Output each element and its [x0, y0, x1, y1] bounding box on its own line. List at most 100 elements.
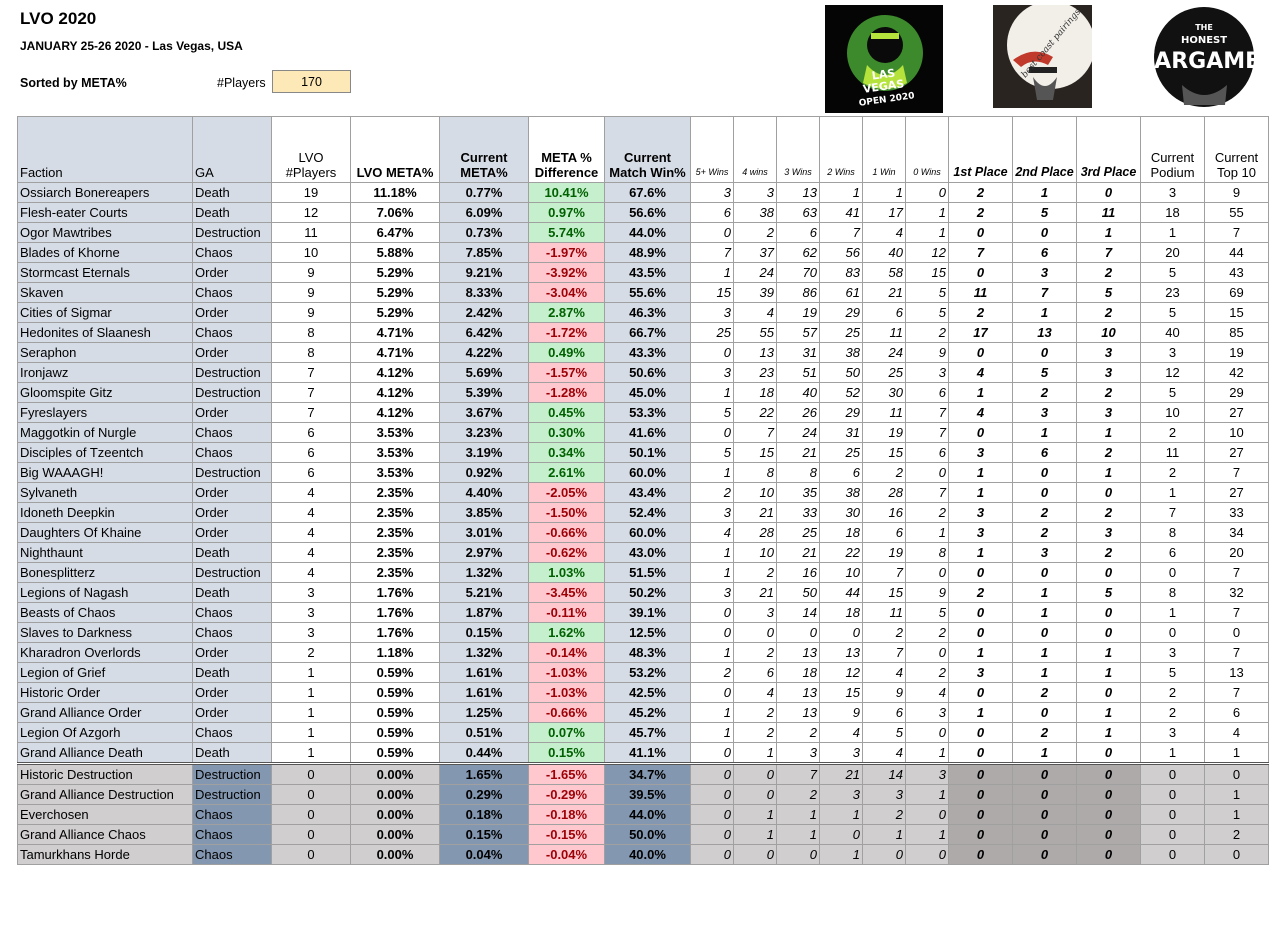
cell-place-2nd[interactable]: 3 — [1012, 262, 1077, 283]
cell-place-1st[interactable]: 1 — [948, 382, 1013, 403]
cell-match-win[interactable]: 43.5% — [604, 262, 691, 283]
cell-wins-4[interactable]: 4 — [733, 682, 777, 703]
cell-wins-4[interactable]: 15 — [733, 442, 777, 463]
cell-place-3rd[interactable]: 0 — [1076, 824, 1141, 845]
cell-ga[interactable]: Chaos — [192, 824, 272, 845]
cell-meta-difference[interactable]: -0.15% — [528, 824, 605, 845]
cell-current-meta[interactable]: 3.19% — [439, 442, 529, 463]
cell-wins-3[interactable]: 1 — [776, 824, 820, 845]
cell-current-top10[interactable]: 27 — [1204, 482, 1269, 503]
cell-wins-1[interactable]: 14 — [862, 762, 906, 785]
col-header-current-podium[interactable]: Current Podium — [1140, 116, 1205, 183]
cell-wins-1[interactable]: 30 — [862, 382, 906, 403]
cell-meta-difference[interactable]: 0.49% — [528, 342, 605, 363]
cell-wins-2[interactable]: 61 — [819, 282, 863, 303]
col-header-current-meta[interactable]: Current META% — [439, 116, 529, 183]
cell-place-3rd[interactable]: 0 — [1076, 804, 1141, 825]
cell-faction[interactable]: Flesh-eater Courts — [17, 202, 193, 223]
cell-lvo-meta[interactable]: 3.53% — [350, 442, 440, 463]
cell-wins-4[interactable]: 37 — [733, 242, 777, 263]
cell-faction[interactable]: Legion of Grief — [17, 662, 193, 683]
cell-current-meta[interactable]: 1.32% — [439, 562, 529, 583]
cell-meta-difference[interactable]: -2.05% — [528, 482, 605, 503]
cell-wins-5plus[interactable]: 1 — [690, 462, 734, 483]
cell-meta-difference[interactable]: 1.03% — [528, 562, 605, 583]
cell-wins-3[interactable]: 70 — [776, 262, 820, 283]
cell-current-meta[interactable]: 4.22% — [439, 342, 529, 363]
cell-place-1st[interactable]: 0 — [948, 784, 1013, 805]
cell-ga[interactable]: Order — [192, 682, 272, 703]
cell-place-3rd[interactable]: 0 — [1076, 182, 1141, 203]
cell-wins-1[interactable]: 4 — [862, 742, 906, 764]
cell-faction[interactable]: Skaven — [17, 282, 193, 303]
cell-current-top10[interactable]: 33 — [1204, 502, 1269, 523]
cell-lvo-players[interactable]: 0 — [271, 784, 351, 805]
cell-place-2nd[interactable]: 0 — [1012, 562, 1077, 583]
cell-wins-4[interactable]: 13 — [733, 342, 777, 363]
cell-place-2nd[interactable]: 0 — [1012, 804, 1077, 825]
cell-wins-4[interactable]: 18 — [733, 382, 777, 403]
cell-meta-difference[interactable]: -0.66% — [528, 702, 605, 723]
cell-match-win[interactable]: 39.1% — [604, 602, 691, 623]
cell-lvo-players[interactable]: 11 — [271, 222, 351, 243]
cell-lvo-meta[interactable]: 0.00% — [350, 762, 440, 785]
cell-place-1st[interactable]: 2 — [948, 582, 1013, 603]
cell-ga[interactable]: Chaos — [192, 442, 272, 463]
cell-wins-1[interactable]: 11 — [862, 602, 906, 623]
cell-current-meta[interactable]: 2.42% — [439, 302, 529, 323]
cell-current-meta[interactable]: 0.18% — [439, 804, 529, 825]
cell-current-meta[interactable]: 0.44% — [439, 742, 529, 764]
cell-wins-1[interactable]: 0 — [862, 844, 906, 865]
cell-lvo-players[interactable]: 4 — [271, 562, 351, 583]
cell-current-meta[interactable]: 6.42% — [439, 322, 529, 343]
cell-faction[interactable]: Hedonites of Slaanesh — [17, 322, 193, 343]
cell-wins-5plus[interactable]: 7 — [690, 242, 734, 263]
cell-lvo-players[interactable]: 1 — [271, 702, 351, 723]
cell-current-top10[interactable]: 34 — [1204, 522, 1269, 543]
cell-match-win[interactable]: 42.5% — [604, 682, 691, 703]
cell-meta-difference[interactable]: 2.61% — [528, 462, 605, 483]
cell-current-podium[interactable]: 3 — [1140, 722, 1205, 743]
cell-current-meta[interactable]: 1.61% — [439, 682, 529, 703]
cell-wins-5plus[interactable]: 2 — [690, 482, 734, 503]
col-header-lvo-meta[interactable]: LVO META% — [350, 116, 440, 183]
cell-lvo-players[interactable]: 9 — [271, 262, 351, 283]
cell-wins-2[interactable]: 1 — [819, 804, 863, 825]
cell-wins-5plus[interactable]: 25 — [690, 322, 734, 343]
cell-place-1st[interactable]: 1 — [948, 482, 1013, 503]
cell-current-top10[interactable]: 55 — [1204, 202, 1269, 223]
cell-wins-0[interactable]: 5 — [905, 602, 949, 623]
cell-wins-0[interactable]: 0 — [905, 182, 949, 203]
cell-wins-2[interactable]: 50 — [819, 362, 863, 383]
cell-lvo-meta[interactable]: 0.00% — [350, 784, 440, 805]
cell-wins-1[interactable]: 6 — [862, 702, 906, 723]
cell-place-1st[interactable]: 1 — [948, 462, 1013, 483]
cell-faction[interactable]: Ogor Mawtribes — [17, 222, 193, 243]
cell-match-win[interactable]: 48.9% — [604, 242, 691, 263]
cell-current-meta[interactable]: 0.51% — [439, 722, 529, 743]
cell-place-1st[interactable]: 0 — [948, 804, 1013, 825]
cell-lvo-meta[interactable]: 4.71% — [350, 342, 440, 363]
cell-wins-2[interactable]: 44 — [819, 582, 863, 603]
cell-current-podium[interactable]: 18 — [1140, 202, 1205, 223]
cell-wins-0[interactable]: 9 — [905, 582, 949, 603]
cell-match-win[interactable]: 12.5% — [604, 622, 691, 643]
cell-wins-4[interactable]: 24 — [733, 262, 777, 283]
cell-ga[interactable]: Destruction — [192, 762, 272, 785]
cell-current-meta[interactable]: 1.25% — [439, 702, 529, 723]
cell-place-3rd[interactable]: 3 — [1076, 522, 1141, 543]
cell-meta-difference[interactable]: -1.65% — [528, 762, 605, 785]
cell-wins-4[interactable]: 0 — [733, 762, 777, 785]
cell-wins-2[interactable]: 1 — [819, 844, 863, 865]
cell-place-3rd[interactable]: 0 — [1076, 682, 1141, 703]
cell-faction[interactable]: Everchosen — [17, 804, 193, 825]
cell-wins-1[interactable]: 5 — [862, 722, 906, 743]
cell-place-1st[interactable]: 3 — [948, 502, 1013, 523]
cell-wins-3[interactable]: 1 — [776, 804, 820, 825]
cell-match-win[interactable]: 48.3% — [604, 642, 691, 663]
cell-faction[interactable]: Daughters Of Khaine — [17, 522, 193, 543]
cell-current-top10[interactable]: 10 — [1204, 422, 1269, 443]
cell-wins-2[interactable]: 1 — [819, 182, 863, 203]
cell-wins-1[interactable]: 16 — [862, 502, 906, 523]
cell-lvo-players[interactable]: 4 — [271, 482, 351, 503]
